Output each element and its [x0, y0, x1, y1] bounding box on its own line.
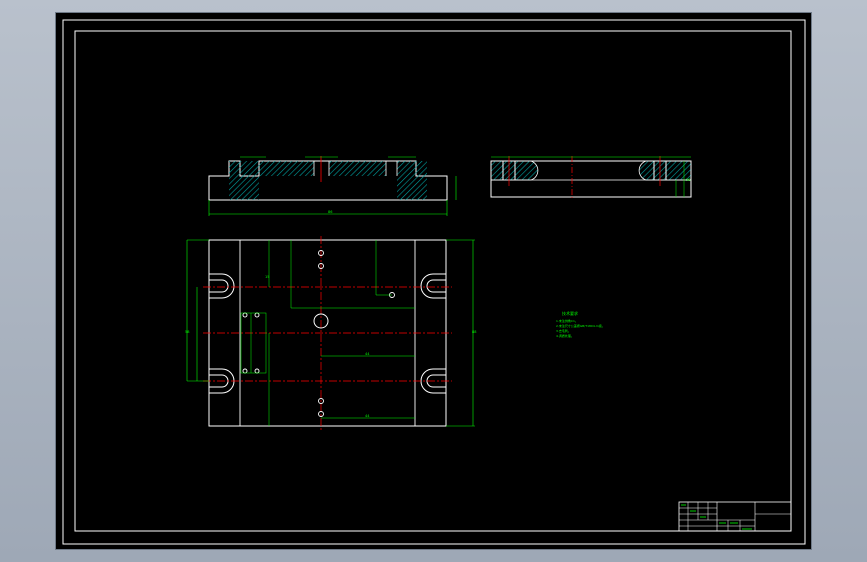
- outer-frame: [62, 19, 806, 545]
- front-section-view: 86: [208, 156, 457, 216]
- hatch-area-3: [329, 161, 386, 176]
- hatch-area-2: [259, 161, 314, 176]
- u-slot-top-right: [420, 273, 446, 299]
- title-block: [678, 501, 792, 532]
- technical-notes: 技术要求 1.未注倒角C1。 2.未注尺寸公差按GB/T1804-m级。 3.去…: [556, 310, 605, 338]
- note-line-1: 1.未注倒角C1。: [556, 318, 578, 323]
- right-section-view: 58: [490, 156, 692, 200]
- right-hatch-right: [638, 160, 692, 181]
- top-width-dim: 88: [472, 330, 476, 334]
- note-line-3: 3.去毛刺。: [556, 328, 571, 333]
- top-height-dim: 58: [185, 330, 189, 334]
- right-overall-dim: 58: [686, 178, 690, 182]
- right-hatch-left: [490, 160, 539, 181]
- hole-8: [242, 368, 248, 374]
- hole-offset-dim: 15: [265, 275, 269, 279]
- slot-dim-1: 44: [365, 352, 370, 356]
- slot-dim-2: 44: [365, 414, 370, 418]
- hole-9: [254, 368, 260, 374]
- cad-drawing: 86 58 88 58 44 44 15 技术要求 1.未注倒角C1。 2.未注…: [62, 19, 806, 545]
- hatch-area-1: [229, 161, 259, 200]
- hatch-area-4: [397, 161, 427, 200]
- inner-frame: [74, 30, 792, 532]
- hole-6: [242, 312, 248, 318]
- notes-title: 技术要求: [562, 310, 578, 316]
- hole-7: [254, 312, 260, 318]
- front-length-dim: 86: [328, 210, 332, 214]
- u-slot-top-left: [209, 273, 235, 299]
- note-line-2: 2.未注尺寸公差按GB/T1804-m级。: [556, 323, 605, 328]
- top-plan-view: 88 58 44 44 15: [185, 236, 476, 430]
- note-line-4: 4.调质处理。: [556, 333, 574, 338]
